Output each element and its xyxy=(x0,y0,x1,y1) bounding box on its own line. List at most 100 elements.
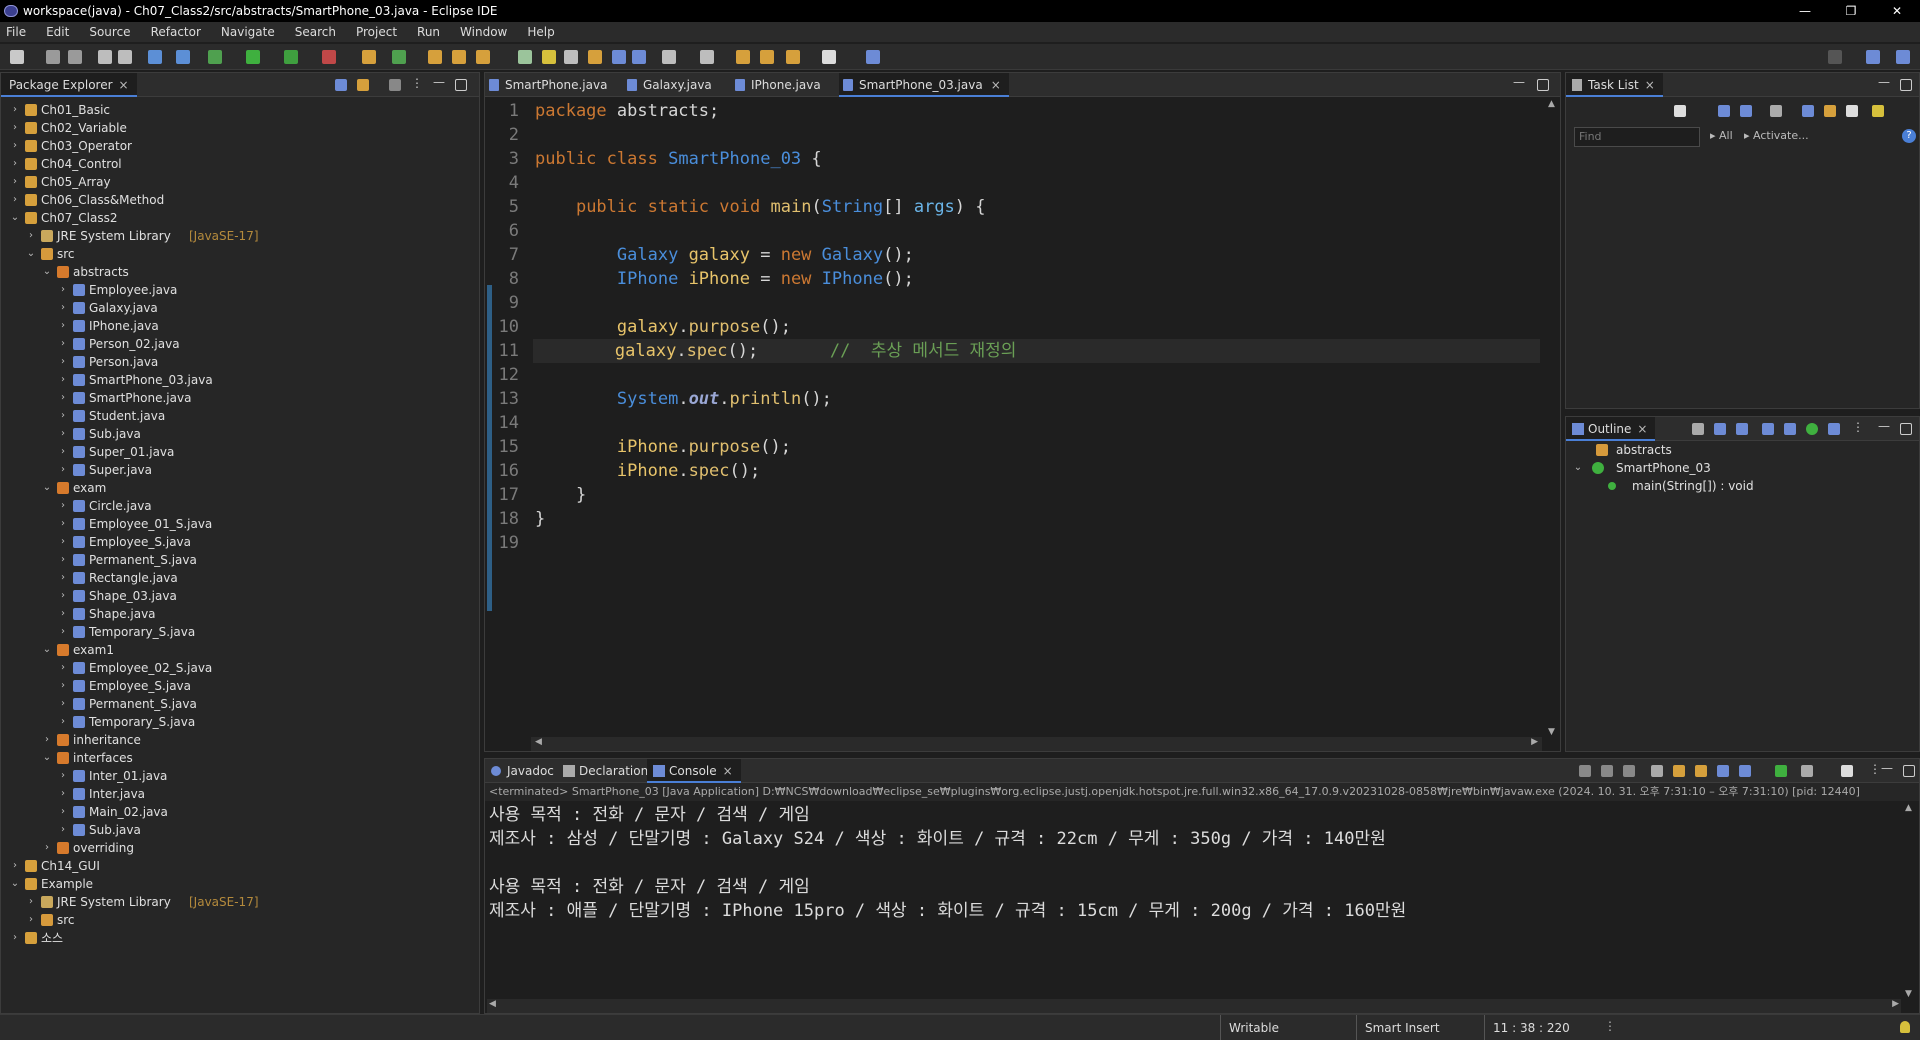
remove-all-icon[interactable] xyxy=(1623,765,1635,777)
task-activate-link[interactable]: ▸ Activate... xyxy=(1744,129,1809,142)
menu-navigate[interactable]: Navigate xyxy=(221,25,275,39)
minimize-view-icon[interactable]: — xyxy=(1881,761,1893,775)
chevron-right-icon[interactable]: › xyxy=(9,929,21,947)
tree-item[interactable]: › JRE System Library [JavaSE-17] xyxy=(1,227,477,245)
next-annotation-icon[interactable] xyxy=(662,50,676,64)
tree-item[interactable]: › Ch03_Operator xyxy=(1,137,477,155)
tree-item[interactable]: › Ch05_Array xyxy=(1,173,477,191)
chevron-right-icon[interactable]: › xyxy=(9,857,21,875)
open-console-icon[interactable] xyxy=(866,50,880,64)
minimize-view-icon[interactable]: — xyxy=(1878,419,1890,433)
tree-item[interactable]: ⌄ interfaces xyxy=(1,749,477,767)
open-console-icon[interactable] xyxy=(1841,765,1853,777)
terminate-icon[interactable] xyxy=(1579,765,1591,777)
tree-item[interactable]: › Employee_S.java xyxy=(1,677,477,695)
tree-item[interactable]: › Sub.java xyxy=(1,425,477,443)
new-icon[interactable] xyxy=(10,50,24,64)
chevron-right-icon[interactable]: › xyxy=(57,659,69,677)
java-perspective-icon[interactable] xyxy=(1896,50,1910,64)
minimize-view-icon[interactable]: — xyxy=(433,75,445,89)
chevron-down-icon[interactable]: ⌄ xyxy=(41,641,53,659)
console-horizontal-scrollbar[interactable]: ◀ ▶ xyxy=(487,999,1901,1013)
chevron-down-icon[interactable]: ⌄ xyxy=(41,749,53,767)
open-type-icon[interactable] xyxy=(428,50,442,64)
chevron-right-icon[interactable]: › xyxy=(9,191,21,209)
link-with-editor-icon[interactable] xyxy=(357,79,369,91)
tab-javadoc[interactable]: Javadoc xyxy=(485,759,562,783)
menu-run[interactable]: Run xyxy=(417,25,440,39)
word-wrap-console-icon[interactable] xyxy=(1695,765,1707,777)
outline-item-method[interactable]: main(String[]) : void xyxy=(1566,477,1916,495)
search-toolbar-icon[interactable] xyxy=(476,50,490,64)
tree-item[interactable]: › Inter_01.java xyxy=(1,767,477,785)
chevron-right-icon[interactable]: › xyxy=(57,767,69,785)
maximize-view-icon[interactable] xyxy=(1537,79,1549,91)
hide-static-icon[interactable] xyxy=(1762,423,1774,435)
tree-item[interactable]: ⌄ abstracts xyxy=(1,263,477,281)
chevron-right-icon[interactable]: › xyxy=(9,155,21,173)
hide-nonpublic-icon[interactable] xyxy=(1784,423,1796,435)
tree-item[interactable]: ⌄ Example xyxy=(1,875,477,893)
scheduled-icon[interactable] xyxy=(1740,105,1752,117)
skip-breakpoints-icon[interactable] xyxy=(176,50,190,64)
hide-local-types-icon[interactable] xyxy=(1806,423,1818,435)
tree-item[interactable]: › Shape.java xyxy=(1,605,477,623)
tab-console[interactable]: Console × xyxy=(647,759,741,783)
scroll-down-icon[interactable]: ▼ xyxy=(1905,989,1912,999)
open-task-icon[interactable] xyxy=(452,50,466,64)
tree-item[interactable]: › Inter.java xyxy=(1,785,477,803)
minimize-view-icon[interactable]: — xyxy=(1878,75,1890,89)
minimize-button[interactable]: — xyxy=(1782,0,1828,22)
tree-item[interactable]: › 소스 xyxy=(1,929,477,947)
tab-outline[interactable]: Outline × xyxy=(1566,417,1656,441)
tree-item[interactable]: › Super.java xyxy=(1,461,477,479)
debug-icon[interactable] xyxy=(208,50,222,64)
chevron-right-icon[interactable]: › xyxy=(57,533,69,551)
run-icon[interactable] xyxy=(246,50,260,64)
chevron-down-icon[interactable]: ⌄ xyxy=(41,479,53,497)
close-icon[interactable]: × xyxy=(723,764,733,778)
collapse-all-icon[interactable] xyxy=(335,79,347,91)
chevron-right-icon[interactable]: › xyxy=(57,425,69,443)
menu-search[interactable]: Search xyxy=(295,25,336,39)
new-class-icon[interactable] xyxy=(392,50,406,64)
tab-galaxy-java[interactable]: Galaxy.java xyxy=(623,73,731,97)
tab-smartphone-java[interactable]: SmartPhone.java xyxy=(485,73,623,97)
chevron-right-icon[interactable]: › xyxy=(57,299,69,317)
tree-item[interactable]: › Super_01.java xyxy=(1,443,477,461)
editor-horizontal-scrollbar[interactable]: ◀ ▶ xyxy=(531,737,1542,751)
view-menu-icon[interactable]: ⋮ xyxy=(411,76,423,90)
new-task-icon[interactable] xyxy=(1674,105,1686,117)
scroll-up-icon[interactable]: ▲ xyxy=(1548,99,1555,109)
chevron-right-icon[interactable]: › xyxy=(57,785,69,803)
menu-help[interactable]: Help xyxy=(527,25,554,39)
view-menu-icon[interactable]: ⋮ xyxy=(1869,762,1881,776)
hide-fields-icon[interactable] xyxy=(1736,423,1748,435)
chevron-right-icon[interactable]: › xyxy=(9,173,21,191)
chevron-right-icon[interactable]: › xyxy=(57,443,69,461)
outline-item-class[interactable]: ⌄ SmartPhone_03 xyxy=(1566,459,1916,477)
chevron-right-icon[interactable]: › xyxy=(41,839,53,857)
close-icon[interactable]: × xyxy=(119,78,129,92)
filter-icon[interactable] xyxy=(389,79,401,91)
close-icon[interactable]: × xyxy=(991,78,1001,92)
forward-edit-icon[interactable] xyxy=(760,50,774,64)
tab-package-explorer[interactable]: Package Explorer × xyxy=(1,73,137,97)
close-icon[interactable]: × xyxy=(1637,422,1647,436)
close-icon[interactable]: × xyxy=(1645,78,1655,92)
tab-smartphone03-java[interactable]: SmartPhone_03.java × xyxy=(839,73,1009,97)
tree-item[interactable]: › Rectangle.java xyxy=(1,569,477,587)
tree-item[interactable]: › Circle.java xyxy=(1,497,477,515)
chevron-down-icon[interactable]: ⌄ xyxy=(41,263,53,281)
status-menu-icon[interactable]: ⋮ xyxy=(1604,1019,1616,1033)
remove-launch-icon[interactable] xyxy=(1601,765,1613,777)
tree-item[interactable]: › inheritance xyxy=(1,731,477,749)
editor-vertical-scrollbar[interactable]: ▲ ▼ xyxy=(1546,99,1558,737)
chevron-right-icon[interactable]: › xyxy=(57,569,69,587)
chevron-right-icon[interactable]: › xyxy=(57,515,69,533)
tree-item[interactable]: › src xyxy=(1,911,477,929)
word-wrap-icon[interactable] xyxy=(612,50,626,64)
scroll-left-icon[interactable]: ◀ xyxy=(489,999,496,1009)
tree-item[interactable]: › Ch14_GUI xyxy=(1,857,477,875)
outline-item-package[interactable]: abstracts xyxy=(1566,441,1916,459)
